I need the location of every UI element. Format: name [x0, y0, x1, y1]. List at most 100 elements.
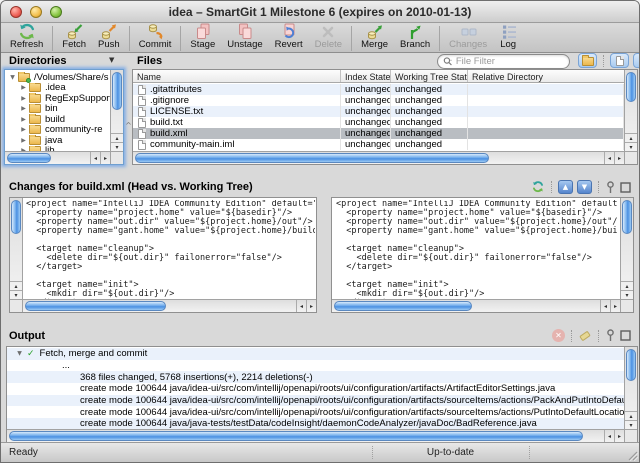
- file-filter-input[interactable]: [456, 56, 564, 67]
- merge-button[interactable]: Merge: [355, 22, 394, 52]
- table-row[interactable]: .gitattributes unchanged unchanged: [133, 84, 624, 95]
- maximize-panel-button[interactable]: [620, 330, 631, 341]
- panel-splitter-handle[interactable]: [125, 121, 132, 130]
- diff-right-horizontal-scrollbar[interactable]: [332, 299, 620, 312]
- scroll-down-arrow[interactable]: [625, 420, 637, 429]
- close-window-button[interactable]: [10, 6, 22, 18]
- scroll-right-arrow[interactable]: [610, 300, 620, 312]
- output-row[interactable]: ...: [7, 360, 624, 372]
- unstage-button[interactable]: Unstage: [221, 22, 268, 52]
- next-change-button[interactable]: [577, 180, 592, 194]
- tree-row[interactable]: community-re: [6, 125, 110, 136]
- pin-panel-button[interactable]: [605, 181, 616, 194]
- tree-row-root[interactable]: /Volumes/Share/s: [6, 72, 110, 83]
- revert-button[interactable]: Revert: [269, 22, 309, 52]
- show-ignored-files-toggle[interactable]: [633, 53, 640, 68]
- expand-triangle-icon[interactable]: [19, 116, 28, 123]
- table-row[interactable]: LICENSE.txt unchanged unchanged: [133, 106, 624, 117]
- scroll-up-arrow[interactable]: [10, 281, 22, 290]
- scrollbar-thumb[interactable]: [334, 301, 472, 311]
- column-header-working-tree-state[interactable]: Working Tree State: [391, 70, 468, 82]
- scrollbar-thumb[interactable]: [25, 301, 166, 311]
- diff-right-vertical-scrollbar[interactable]: [620, 198, 633, 299]
- scroll-right-arrow[interactable]: [306, 300, 316, 312]
- scroll-left-arrow[interactable]: [90, 152, 100, 164]
- commit-button[interactable]: Commit: [133, 22, 178, 52]
- column-header-name[interactable]: Name: [133, 70, 341, 82]
- scroll-up-arrow[interactable]: [621, 281, 633, 290]
- expand-triangle-icon[interactable]: [19, 126, 28, 133]
- diff-left-horizontal-scrollbar[interactable]: [23, 299, 316, 312]
- scroll-left-arrow[interactable]: [296, 300, 306, 312]
- files-horizontal-scrollbar[interactable]: [133, 151, 624, 164]
- code-view[interactable]: <project name="IntelliJ IDEA Community E…: [336, 200, 617, 299]
- scroll-down-arrow[interactable]: [111, 142, 123, 151]
- output-horizontal-scrollbar[interactable]: [7, 429, 624, 442]
- directory-tree[interactable]: /Volumes/Share/s .idea RegExpSupport bin…: [6, 72, 110, 151]
- expand-triangle-icon[interactable]: [19, 84, 28, 91]
- scrollbar-thumb[interactable]: [135, 153, 489, 163]
- file-filter-field[interactable]: [437, 54, 570, 69]
- tree-row[interactable]: java: [6, 135, 110, 146]
- scrollbar-thumb[interactable]: [112, 72, 122, 110]
- scroll-up-arrow[interactable]: [111, 133, 123, 142]
- output-row[interactable]: 368 files changed, 5768 insertions(+), 2…: [7, 371, 624, 383]
- files-vertical-scrollbar[interactable]: [624, 70, 637, 151]
- output-row[interactable]: create mode 100644 java/idea-ui/src/com/…: [7, 395, 624, 407]
- collapse-triangle-icon[interactable]: [15, 350, 24, 357]
- table-row-selected[interactable]: build.xml unchanged unchanged: [133, 128, 624, 139]
- column-header-index-state[interactable]: Index State: [341, 70, 391, 82]
- search-icon[interactable]: [443, 56, 453, 67]
- directories-menu-button[interactable]: [109, 56, 114, 64]
- minimize-window-button[interactable]: [30, 6, 42, 18]
- scroll-left-arrow[interactable]: [604, 152, 614, 164]
- diff-left-vertical-scrollbar[interactable]: [10, 198, 23, 299]
- expand-triangle-icon[interactable]: [19, 95, 28, 102]
- scroll-down-arrow[interactable]: [621, 290, 633, 299]
- refresh-button[interactable]: Refresh: [4, 22, 49, 52]
- scroll-left-arrow[interactable]: [600, 300, 610, 312]
- collapse-triangle-icon[interactable]: [8, 74, 17, 81]
- previous-change-button[interactable]: [558, 180, 573, 194]
- scrollbar-thumb[interactable]: [622, 200, 632, 234]
- output-group-row[interactable]: Fetch, merge and commit: [7, 348, 624, 360]
- tree-row[interactable]: .idea: [6, 83, 110, 94]
- scrollbar-thumb[interactable]: [9, 431, 583, 441]
- code-view[interactable]: <project name="IntelliJ IDEA Community E…: [26, 200, 315, 299]
- tree-row[interactable]: bin: [6, 104, 110, 115]
- tree-row[interactable]: RegExpSupport: [6, 93, 110, 104]
- scrollbar-thumb[interactable]: [7, 153, 51, 163]
- scroll-up-arrow[interactable]: [625, 133, 637, 142]
- scroll-down-arrow[interactable]: [10, 290, 22, 299]
- table-row[interactable]: build.txt unchanged unchanged: [133, 117, 624, 128]
- scrollbar-thumb[interactable]: [626, 349, 636, 381]
- table-row[interactable]: community-main.iml unchanged unchanged: [133, 139, 624, 150]
- scroll-down-arrow[interactable]: [625, 142, 637, 151]
- tree-row[interactable]: build: [6, 114, 110, 125]
- table-row[interactable]: .gitignore unchanged unchanged: [133, 95, 624, 106]
- pin-panel-button[interactable]: [605, 329, 616, 342]
- output-vertical-scrollbar[interactable]: [624, 347, 637, 429]
- output-row[interactable]: create mode 100644 java/idea-ui/src/com/…: [7, 406, 624, 418]
- zoom-window-button[interactable]: [50, 6, 62, 18]
- column-header-relative-directory[interactable]: Relative Directory: [468, 70, 624, 82]
- branch-button[interactable]: Branch: [394, 22, 436, 52]
- scroll-right-arrow[interactable]: [100, 152, 110, 164]
- output-row[interactable]: create mode 100644 java/idea-ui/src/com/…: [7, 383, 624, 395]
- open-directory-button[interactable]: [578, 53, 597, 68]
- scroll-right-arrow[interactable]: [614, 152, 624, 164]
- refresh-changes-button[interactable]: [531, 180, 545, 194]
- directories-vertical-scrollbar[interactable]: [110, 70, 123, 151]
- scroll-left-arrow[interactable]: [604, 430, 614, 442]
- show-unchanged-files-toggle[interactable]: [610, 53, 629, 68]
- scroll-right-arrow[interactable]: [614, 430, 624, 442]
- maximize-panel-button[interactable]: [620, 182, 631, 193]
- output-row[interactable]: create mode 100644 java/java-tests/testD…: [7, 418, 624, 429]
- log-button[interactable]: Log: [493, 22, 523, 52]
- fetch-button[interactable]: Fetch: [56, 22, 92, 52]
- push-button[interactable]: Push: [92, 22, 126, 52]
- scrollbar-thumb[interactable]: [626, 72, 636, 102]
- scroll-up-arrow[interactable]: [625, 411, 637, 420]
- stage-button[interactable]: Stage: [184, 22, 221, 52]
- scrollbar-thumb[interactable]: [11, 200, 21, 234]
